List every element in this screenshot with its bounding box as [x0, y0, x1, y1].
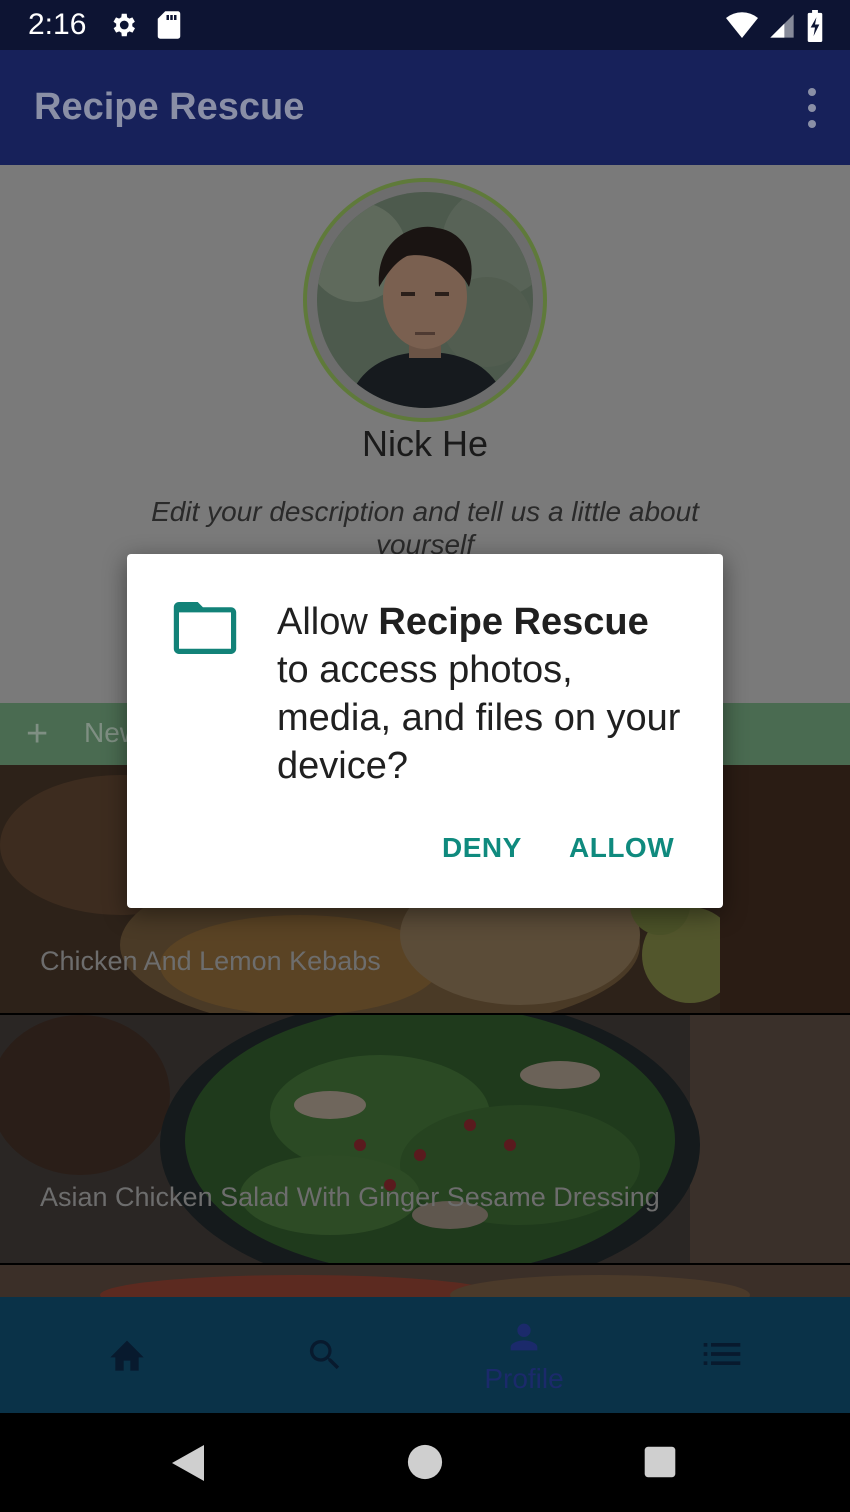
screen: 2:16 Recipe Rescue Nick He Edit your des…	[0, 0, 850, 1512]
folder-icon	[173, 602, 237, 654]
back-icon[interactable]	[170, 1443, 206, 1483]
dialog-message-suffix: to access photos, media, and files on yo…	[277, 649, 681, 787]
dialog-app-name: Recipe Rescue	[378, 601, 649, 643]
permission-dialog: Allow Recipe Rescue to access photos, me…	[127, 554, 723, 908]
deny-button[interactable]: DENY	[442, 832, 522, 864]
dialog-message: Allow Recipe Rescue to access photos, me…	[277, 598, 687, 790]
recents-icon[interactable]	[643, 1445, 677, 1479]
home-button-icon[interactable]	[406, 1443, 444, 1481]
dialog-message-prefix: Allow	[277, 601, 379, 643]
allow-button[interactable]: ALLOW	[569, 832, 674, 864]
system-navigation-bar	[0, 1413, 850, 1512]
